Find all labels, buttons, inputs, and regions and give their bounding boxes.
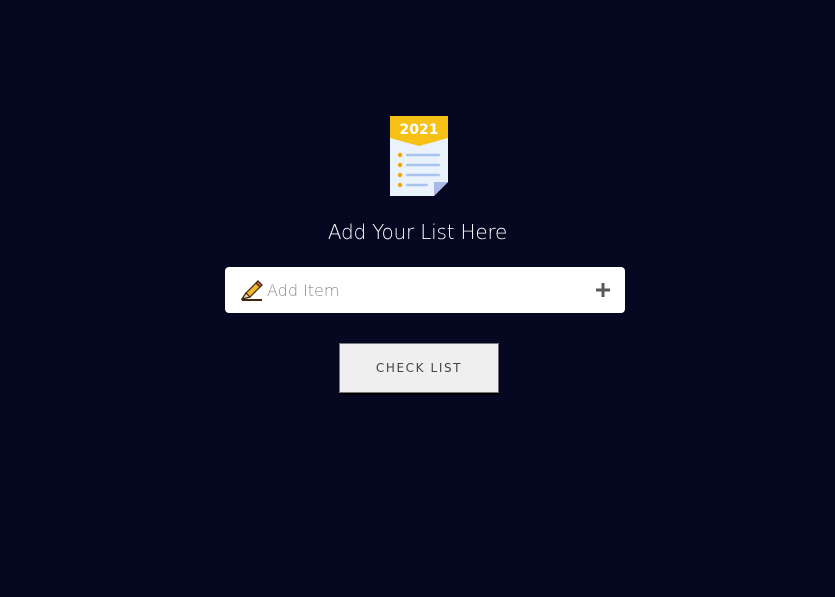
plus-icon-glyph xyxy=(596,283,610,297)
add-item-input[interactable] xyxy=(267,267,577,313)
page: 2021 Add Your List Here CHECK LIST xyxy=(0,0,835,597)
pencil-icon xyxy=(241,280,263,301)
add-item-row xyxy=(225,267,625,313)
checklist-logo-icon: 2021 xyxy=(390,116,448,196)
check-list-button[interactable]: CHECK LIST xyxy=(339,343,499,393)
logo-year: 2021 xyxy=(400,122,439,138)
plus-icon[interactable] xyxy=(591,278,615,302)
page-heading: Add Your List Here xyxy=(327,220,508,244)
